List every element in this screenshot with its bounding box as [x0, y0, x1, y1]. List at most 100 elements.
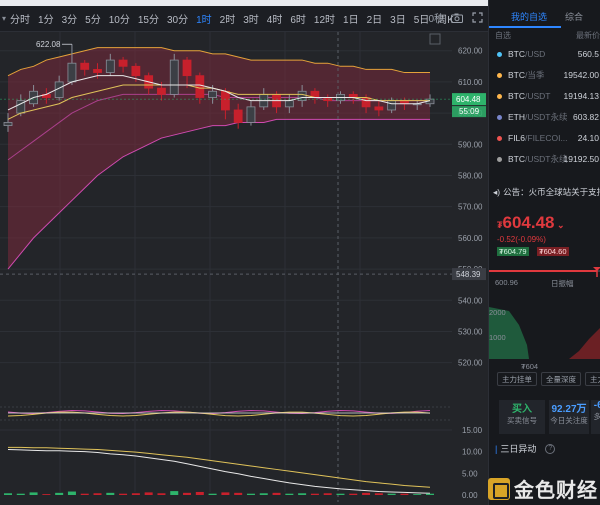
volume-bar: [234, 492, 243, 495]
announcement-bar[interactable]: ◂) 公告：火币全球站关于支持H: [489, 183, 600, 201]
candle-body: [105, 59, 115, 73]
price-axis-label: 580.00: [458, 171, 483, 180]
ticker-price: 19542.00: [563, 70, 599, 80]
speaker-icon: ◂): [493, 186, 501, 197]
ticker-price: 603.82: [573, 112, 599, 122]
candle-body: [233, 109, 243, 123]
volume-axis-label: 5.00: [462, 469, 478, 478]
volume-bar: [298, 493, 307, 495]
timeframe-14[interactable]: 2日: [363, 11, 387, 26]
watermark-text: 金色财经: [514, 480, 598, 502]
timeframe-6[interactable]: 30分: [163, 11, 192, 26]
main-orders-button[interactable]: 主力挂单: [497, 372, 537, 386]
tab-overview[interactable]: 综合: [561, 6, 583, 28]
camera-icon[interactable]: [450, 12, 464, 24]
coin-icon: [497, 156, 502, 162]
candle-body: [374, 106, 384, 111]
watchlist-item[interactable]: BTC/USDT永续 19192.50: [489, 149, 600, 169]
brand-logo-icon: [488, 477, 510, 500]
volume-bar: [183, 492, 192, 495]
watchlist-item[interactable]: BTC/USD 560.5: [489, 44, 600, 64]
timeframe-7[interactable]: 1时: [192, 11, 216, 26]
fullscreen-icon[interactable]: [470, 12, 484, 24]
price-axis-label: 520.00: [458, 359, 483, 368]
kline-chart[interactable]: 622.08620.00610.00600.00590.00580.00570.…: [0, 32, 488, 505]
volume-bar: [336, 493, 345, 495]
timeframe-1[interactable]: 1分: [34, 11, 58, 26]
ticker-symbol: ETH: [508, 112, 525, 122]
buy-signal-box[interactable]: 买入 买卖信号: [499, 400, 545, 434]
depth-bottom-label: ₮604: [521, 362, 538, 371]
ticker-symbol: BTC: [508, 91, 525, 101]
coin-icon: [497, 135, 502, 141]
last-price: ₮604.48 ⌄: [497, 213, 565, 233]
coin-icon: [497, 114, 502, 120]
ticker-quote: /USDT永续: [525, 154, 568, 164]
timeframe-2[interactable]: 3分: [58, 11, 82, 26]
ask-badge: ₮604.60: [537, 247, 569, 256]
volume-bar: [426, 493, 434, 495]
volume-bar: [272, 492, 281, 495]
ticker-quote: /USD: [525, 49, 546, 59]
bid-badge: ₮604.79: [497, 247, 529, 256]
price-axis-label: 540.00: [458, 296, 483, 305]
candle-body: [80, 62, 90, 70]
tab-my-watchlist[interactable]: 我的自选: [489, 6, 561, 28]
candle-body: [93, 69, 102, 73]
price-panel: ₮604.48 ⌄ -0.52(-0.09%) ₮604.79 ₮604.60 …: [489, 205, 600, 371]
watchlist-header-price: 最新价: [576, 31, 600, 40]
volume-bar: [323, 493, 332, 495]
volume-bar: [144, 492, 153, 495]
timeframe-11[interactable]: 6时: [286, 11, 310, 26]
timeframe-15[interactable]: 3日: [386, 11, 410, 26]
watchlist-item[interactable]: ETH/USDT永续 603.82: [489, 107, 600, 127]
timeframe-3[interactable]: 5分: [81, 11, 105, 26]
ticker-symbol: FIL6: [508, 133, 526, 143]
coin-icon: [497, 51, 502, 57]
watchlist-header-label: 自选: [495, 31, 511, 40]
ticker-price: 560.5: [577, 49, 599, 59]
timeframe-9[interactable]: 3时: [239, 11, 263, 26]
seconds-label[interactable]: 0秒: [428, 10, 444, 25]
candle-body: [67, 62, 77, 83]
volume-bar: [170, 491, 179, 495]
section-marker-icon: |: [495, 443, 498, 454]
watchlist-item[interactable]: FIL6/FILECOI... 24.10: [489, 128, 600, 148]
volume-bar: [16, 493, 25, 495]
candle-body: [220, 90, 230, 111]
timeframe-8[interactable]: 2时: [216, 11, 240, 26]
volume-bar: [119, 493, 128, 495]
volume-bar: [157, 493, 166, 495]
sidebar: 我的自选 综合 自选 最新价 BTC/USD 560.5 BTC/当季 19542.0…: [488, 0, 600, 505]
candle-body: [118, 59, 128, 67]
countdown-text: 55:09: [459, 107, 480, 116]
attention-box[interactable]: 92.27万 今日关注度: [549, 400, 589, 434]
volume-bar: [4, 493, 12, 495]
main-trades-button[interactable]: 主力成交: [585, 372, 600, 386]
chevron-down-icon[interactable]: ⌄: [555, 220, 565, 230]
help-icon[interactable]: ?: [545, 443, 556, 454]
chart-canvas[interactable]: 622.08620.00610.00600.00590.00580.00570.…: [0, 32, 488, 505]
volume-bar: [285, 493, 294, 495]
watchlist-item[interactable]: BTC/USDT 19194.13: [489, 86, 600, 106]
ticker-quote: /USDT: [525, 91, 551, 101]
long-short-box[interactable]: -65多空: [591, 400, 600, 434]
ticker-price: 19192.50: [563, 154, 599, 164]
ticker-price: 24.10: [577, 133, 599, 143]
volume-bar: [387, 493, 396, 495]
buy-signal-label: 买卖信号: [507, 416, 537, 425]
price-axis-label: 570.00: [458, 203, 483, 212]
timeframe-13[interactable]: 1日: [339, 11, 363, 26]
timeframe-5[interactable]: 15分: [134, 11, 163, 26]
candle-body: [208, 90, 218, 98]
timeframe-4[interactable]: 10分: [105, 11, 134, 26]
buy-signal-value: 买入: [512, 404, 532, 415]
timeframe-10[interactable]: 4时: [263, 11, 287, 26]
timeframe-12[interactable]: 12时: [310, 11, 339, 26]
volume-bar: [349, 493, 358, 495]
price-axis-label: 530.00: [458, 327, 483, 336]
watchlist-item[interactable]: BTC/当季 19542.00: [489, 65, 600, 85]
timeframe-0[interactable]: 分时: [6, 11, 34, 26]
volume-bar: [93, 493, 102, 495]
full-depth-button[interactable]: 全量深度: [541, 372, 581, 386]
